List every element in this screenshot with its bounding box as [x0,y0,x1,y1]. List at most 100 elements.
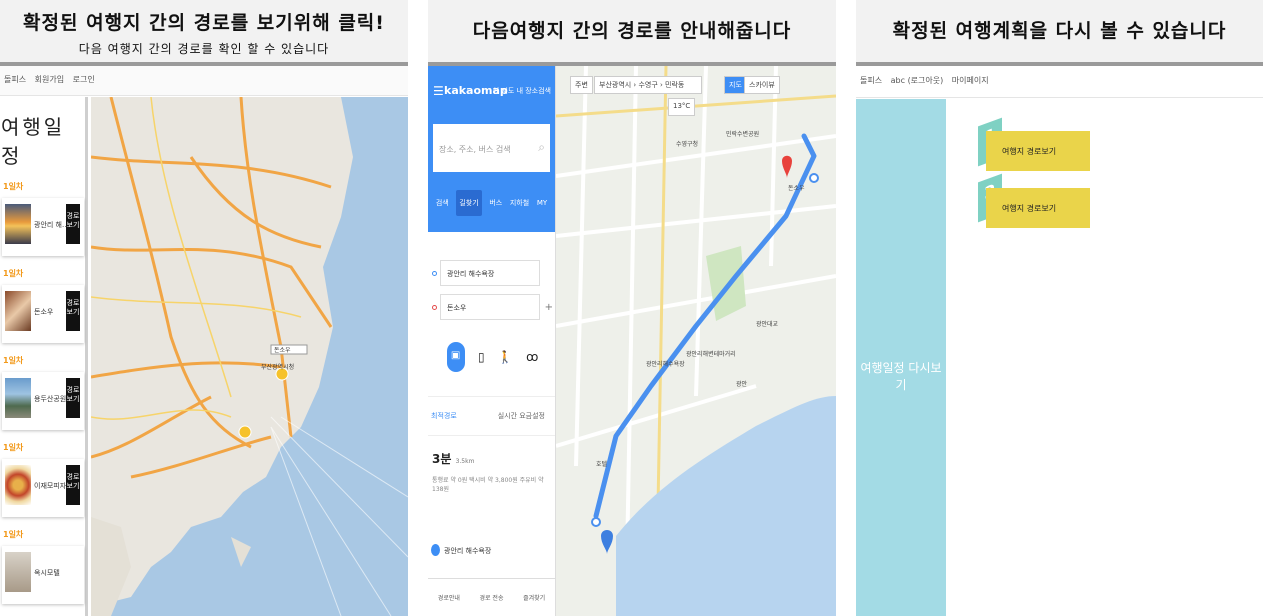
map-label: 광안리해수욕장 [646,360,685,368]
options-right[interactable]: 실시간 요금설정 [498,411,545,421]
tab-my[interactable]: MY [537,199,547,207]
itinerary-sidebar: 여행일정 1일차 광안리 해... 경로보기 1일차 돈소우 경로보기 1일차 … [0,97,88,616]
route-details: 통행료 약 0원 택시비 약 3,800원 주유비 약 138원 [432,477,544,493]
menu-icon[interactable]: ☰ [433,84,444,98]
search-placeholder: 장소, 주소, 버스 검색 [439,145,511,154]
route-button[interactable]: 여행지 경로보기 [986,131,1090,171]
route-map[interactable]: 광안리해수욕장 민락수변공원 광안대교 돈소우 광안리해변테마거리 수영구청 호… [556,66,836,616]
day-label: 1일차 [3,269,24,278]
map-label: 광안 [736,380,748,388]
origin-field[interactable]: 광안리 해수욕장 [432,260,540,286]
route-step[interactable]: 광안리 해수욕장 [428,544,555,556]
site-topbar: 돌피스 abc (로그아웃) 마이페이지 [856,66,1263,98]
walk-icon[interactable]: 🚶 [498,350,513,364]
room-photo [5,552,31,592]
caption-1-sub: 다음 여행지 간의 경로를 확인 할 수 있습니다 [78,42,330,56]
origin-dot-icon [432,271,437,276]
day-label: 1일차 [3,356,24,365]
route-map-canvas: 광안리해수욕장 민락수변공원 광안대교 돈소우 광안리해변테마거리 수영구청 호… [556,66,836,616]
map-label: 수영구청 [676,140,698,148]
route-summary[interactable]: 3분 3.5km [428,436,555,467]
site-logo[interactable]: 돌피스 [860,76,882,85]
list-item[interactable]: 용두산공원 경로보기 [2,372,84,430]
route-button[interactable]: 경로보기 [66,465,80,505]
place-name: 이재모피자 [34,482,67,490]
caption-3: 확정된 여행계획을 다시 볼 수 있습니다 [856,0,1263,62]
site-topbar: 돌피스 회원가입 로그인 [0,66,408,96]
destination-value: 돈소우 [447,304,467,312]
map-label: 민락수변공원 [726,130,759,138]
route-button[interactable]: 여행지 경로보기 [986,188,1090,228]
map-label: 광안리해변테마거리 [686,350,736,358]
map-toolbar-region[interactable]: 주변 [570,76,593,94]
map-toolbar-address[interactable]: 부산광역시 › 수영구 › 민락동 [594,76,702,94]
place-name: 돈소우 [34,308,54,316]
travel-modes: ▣ ▯ 🚶 ꝏ [440,342,545,372]
list-item[interactable]: 돈소우 경로보기 [2,285,84,343]
map-label: 돈소우 [788,185,805,192]
kakao-sidebar: ☰ kakaomap 현 지도 내 장소검색 장소, 주소, 버스 검색 ⌕ 검… [428,66,556,616]
review-sidebar: 여행일정 다시보기 [856,99,946,616]
tab-subway[interactable]: 지하철 [510,198,529,208]
place-name: 옥시모텔 [34,569,60,577]
weather-badge: 13°C [668,98,696,116]
map-label: 부산광역시청 [261,363,294,371]
sunset-photo [5,204,31,244]
area-search-link[interactable]: 현 지도 내 장소검색 [493,86,551,96]
place-name: 용두산공원 [34,395,67,403]
map-canvas: 돈소우 부산광역시청 [91,97,408,616]
kakao-tabs: 검색 길찾기 버스 지하철 MY [428,188,555,218]
search-icon[interactable]: ⌕ [538,140,545,155]
skyview-button[interactable]: 스카이뷰 [744,76,780,94]
destination-field[interactable]: 돈소우 + [432,294,553,320]
list-item[interactable]: 이재모피자 경로보기 [2,459,84,517]
route-step-label: 광안리 해수욕장 [444,547,492,555]
caption-1: 확정된 여행지 간의 경로를 보기위해 클릭! 다음 여행지 간의 경로를 확인… [0,0,408,62]
transit-icon[interactable]: ▯ [478,350,485,364]
mypage-link[interactable]: 마이페이지 [952,76,989,85]
tab-search[interactable]: 검색 [436,198,449,208]
caption-2-title: 다음여행지 간의 경로를 안내해줍니다 [472,20,792,42]
destination-dot-icon [432,305,437,310]
add-waypoint-icon[interactable]: + [545,302,553,313]
pizza-photo [5,465,31,505]
send-route-button[interactable]: 경로 전송 [479,593,503,602]
route-button[interactable]: 경로보기 [66,378,80,418]
caption-3-title: 확정된 여행계획을 다시 볼 수 있습니다 [892,20,1227,42]
car-icon[interactable]: ▣ [446,342,465,372]
day-label: 1일차 [3,182,24,191]
tab-directions[interactable]: 길찾기 [456,190,482,216]
search-input[interactable]: 장소, 주소, 버스 검색 ⌕ [433,124,550,172]
kakao-footer: 경로안내 경로 전송 즐겨찾기 [428,578,555,616]
map-label: 호텔 [596,460,608,468]
login-link[interactable]: 로그인 [73,75,95,84]
list-item[interactable]: 옥시모텔 [2,546,84,604]
bike-icon[interactable]: ꝏ [526,350,538,364]
pin-icon [431,544,440,556]
panel-review: 확정된 여행계획을 다시 볼 수 있습니다 돌피스 abc (로그아웃) 마이페… [856,0,1263,616]
food-photo [5,291,31,331]
caption-2: 다음여행지 간의 경로를 안내해줍니다 [428,0,836,62]
kakao-header: ☰ kakaomap 현 지도 내 장소검색 장소, 주소, 버스 검색 ⌕ 검… [428,66,555,232]
panel-kakaomap: 다음여행지 간의 경로를 안내해줍니다 ☰ kakaomap 현 지도 내 장소… [428,0,836,616]
tab-bus[interactable]: 버스 [489,198,502,208]
signup-link[interactable]: 회원가입 [35,75,64,84]
site-logo[interactable]: 돌피스 [4,75,26,84]
user-logout-link[interactable]: abc (로그아웃) [891,76,944,85]
review-sidebar-label[interactable]: 여행일정 다시보기 [856,359,946,393]
list-item[interactable]: 광안리 해... 경로보기 [2,198,84,256]
bookmark-button[interactable]: 즐겨찾기 [523,593,545,602]
route-options: 최적경로 실시간 요금설정 [428,396,555,436]
route-button[interactable]: 경로보기 [66,204,80,244]
origin-value: 광안리 해수욕장 [447,270,495,278]
region-map[interactable]: 돈소우 부산광역시청 [91,97,408,616]
nav-button[interactable]: 경로안내 [438,593,460,602]
caption-1-title: 확정된 여행지 간의 경로를 보기위해 클릭! [23,12,385,34]
route-option-select[interactable]: 최적경로 [431,412,457,420]
map-label: 광안대교 [756,320,779,328]
route-distance: 3.5km [455,458,475,465]
day-label: 1일차 [3,443,24,452]
map-label: 돈소우 [274,347,291,354]
itinerary-title: 여행일정 [1,115,66,168]
route-button[interactable]: 경로보기 [66,291,80,331]
